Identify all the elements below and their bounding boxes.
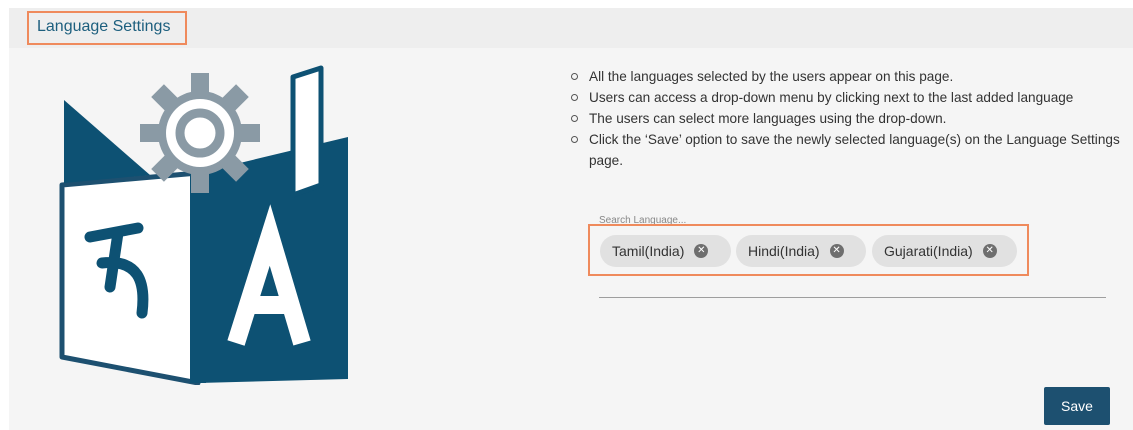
info-list: All the languages selected by the users … — [568, 66, 1133, 171]
language-chip-hindi[interactable]: Hindi(India) ✕ — [736, 235, 866, 267]
language-chip-tamil[interactable]: Tamil(India) ✕ — [600, 235, 731, 267]
chip-label: Tamil(India) — [612, 243, 685, 259]
page-title: Language Settings — [37, 18, 171, 35]
info-bullet: All the languages selected by the users … — [568, 66, 1133, 87]
language-settings-icon — [59, 65, 348, 385]
close-circle-icon[interactable]: ✕ — [982, 244, 997, 258]
search-language-input-underline[interactable] — [599, 297, 1106, 298]
gear-icon — [140, 73, 260, 193]
chip-label: Hindi(India) — [748, 243, 820, 259]
info-bullet: Click the ‘Save’ option to save the newl… — [568, 129, 1133, 171]
info-bullet: Users can access a drop-down menu by cli… — [568, 87, 1133, 108]
book-spine — [190, 173, 206, 383]
language-chip-gujarati[interactable]: Gujarati(India) ✕ — [872, 235, 1017, 267]
info-bullet: The users can select more languages usin… — [568, 108, 1133, 129]
close-circle-icon[interactable]: ✕ — [694, 244, 709, 258]
save-button[interactable]: Save — [1044, 387, 1110, 425]
chip-label: Gujarati(India) — [884, 243, 973, 259]
close-circle-icon[interactable]: ✕ — [829, 244, 844, 258]
book-left-page — [62, 173, 198, 383]
